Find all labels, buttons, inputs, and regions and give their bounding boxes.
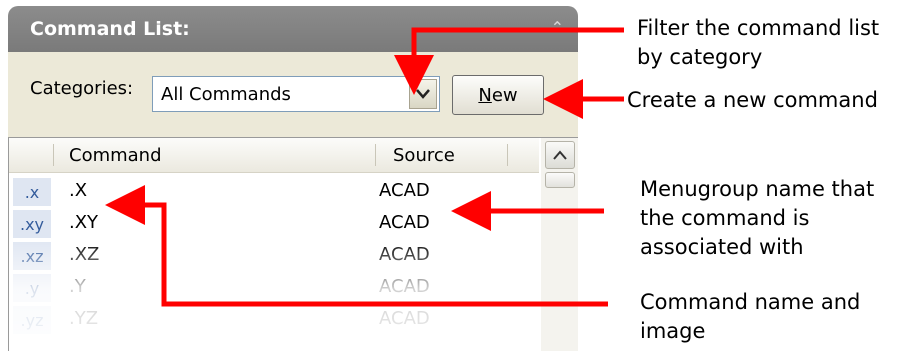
arrow-command-name [105, 185, 608, 307]
callout-menugroup-line: the command is [640, 206, 810, 230]
callout-menugroup: Menugroup name that the command is assoc… [640, 175, 874, 262]
callout-menugroup-line: Menugroup name that [640, 177, 875, 201]
callout-command-name-line: image [640, 319, 706, 343]
callout-create: Create a new command [627, 86, 878, 115]
callout-filter-line: Filter the command list [637, 16, 880, 40]
callout-command-name: Command name and image [640, 288, 860, 346]
callout-create-line: Create a new command [627, 88, 878, 112]
callout-menugroup-line: associated with [640, 235, 804, 259]
arrow-filter [394, 27, 624, 95]
callout-filter: Filter the command list by category [637, 14, 879, 72]
callout-command-name-line: Command name and [640, 290, 861, 314]
callout-filter-line: by category [637, 45, 763, 69]
